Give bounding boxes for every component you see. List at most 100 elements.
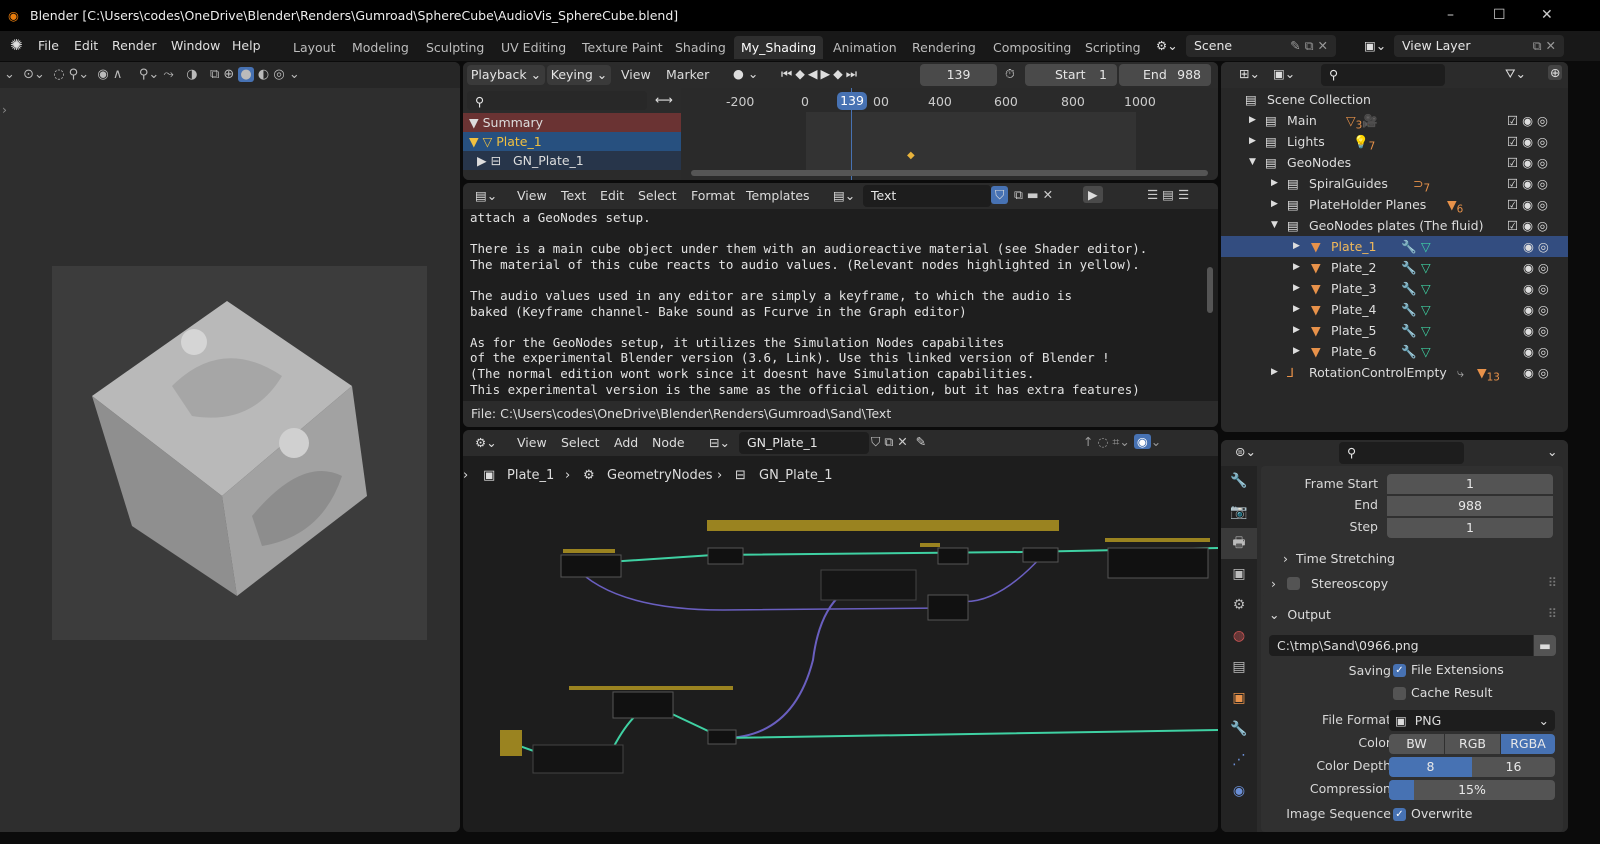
collection-tab-icon[interactable]: ▤ xyxy=(1221,652,1257,683)
visibility-toggles[interactable]: ◉ ◎ xyxy=(1523,362,1549,383)
scene-field[interactable]: Scene ✎ ⧉ ✕ xyxy=(1186,35,1336,57)
outliner-search[interactable]: ⚲ xyxy=(1321,64,1445,86)
playback-menu[interactable]: Playback xyxy=(471,67,527,82)
node-view-menu[interactable]: View xyxy=(517,435,547,450)
outliner-item-lights[interactable]: ▶ ▤ Lights 💡7 ☑ ◉ ◎ xyxy=(1221,131,1568,153)
current-frame-field[interactable]: 139 xyxy=(920,64,997,86)
channel-search[interactable]: ⚲ xyxy=(467,91,647,110)
text-text-menu[interactable]: Text xyxy=(561,188,586,203)
visibility-toggles[interactable]: ☑ ◉ ◎ xyxy=(1507,152,1548,173)
filter-icon[interactable]: ⛛⌄ xyxy=(1505,66,1526,82)
frame-end-field[interactable]: 988 xyxy=(1387,496,1553,516)
editor-type-icon[interactable]: ▤⌄ xyxy=(475,188,497,203)
channel-plate-1[interactable]: ▼ ▽ Plate_1 xyxy=(463,132,681,151)
channel-gn-plate-1[interactable]: ▶ ⊟ GN_Plate_1 xyxy=(463,151,681,170)
tab-layout[interactable]: Layout xyxy=(293,40,336,55)
pin-icon[interactable]: ✎ ⧉ ✕ xyxy=(1290,35,1328,57)
view-layer-tab-icon[interactable]: ▣ xyxy=(1221,559,1257,590)
keyframe-icon[interactable]: ◆ xyxy=(907,150,915,161)
file-format-dropdown[interactable]: ▣ PNG ⌄ xyxy=(1389,710,1555,731)
outliner-item-plate-5[interactable]: ▶ ▼ Plate_5 🔧 ▽ ◉ ◎ xyxy=(1221,320,1568,341)
time-stretching-panel[interactable]: › Time Stretching xyxy=(1283,551,1395,566)
text-datablock-field[interactable]: Text xyxy=(863,185,991,207)
compression-slider[interactable]: 15% xyxy=(1389,780,1555,800)
output-path-field[interactable]: C:\tmp\Sand\0966.png xyxy=(1269,635,1533,656)
world-tab-icon[interactable]: ◍ xyxy=(1221,621,1257,652)
properties-editor-type-icon[interactable]: ⊜⌄ xyxy=(1235,444,1256,459)
new-collection-icon[interactable]: ⊕ xyxy=(1548,65,1563,80)
folder-icon[interactable]: ▬ xyxy=(1534,635,1556,656)
text-actions-icons[interactable]: ⧉ ▬ ✕ xyxy=(1014,187,1053,203)
node-node-menu[interactable]: Node xyxy=(652,435,685,450)
physics-tab-icon[interactable]: ◉ xyxy=(1221,776,1257,807)
visibility-toggles[interactable]: ◉ ◎ xyxy=(1523,320,1549,341)
tab-uv-editing[interactable]: UV Editing xyxy=(501,40,566,55)
stereoscopy-panel[interactable]: › Stereoscopy ⠿ xyxy=(1261,572,1563,596)
node-tree-field[interactable]: GN_Plate_1 xyxy=(739,432,869,454)
outliner-item-geonodes-plates[interactable]: ▼ ▤ GeoNodes plates (The fluid) ☑ ◉ ◎ xyxy=(1221,215,1568,236)
output-panel-header[interactable]: ⌄ Output xyxy=(1269,607,1331,622)
tab-modeling[interactable]: Modeling xyxy=(352,40,409,55)
view-layer-icon[interactable]: ▣⌄ xyxy=(1273,66,1295,81)
frame-step-field[interactable]: 1 xyxy=(1387,518,1553,538)
outliner-item-plate-2[interactable]: ▶ ▼ Plate_2 🔧 ▽ ◉ ◎ xyxy=(1221,257,1568,278)
outliner[interactable]: ⊞⌄ ▣⌄ ⚲ ⛛⌄ ⊕ ▤ Scene Collection ▶ ▤ Main ▽3🎥… xyxy=(1221,62,1568,432)
tab-sculpting[interactable]: Sculpting xyxy=(426,40,484,55)
marker-menu[interactable]: Marker xyxy=(666,67,709,82)
outliner-item-plate-6[interactable]: ▶ ▼ Plate_6 🔧 ▽ ◉ ◎ xyxy=(1221,341,1568,362)
properties-options-icon[interactable]: ⌄ xyxy=(1547,444,1557,459)
color-bw-button[interactable]: BW xyxy=(1389,734,1444,754)
node-editor-type-icon[interactable]: ⚙⌄ xyxy=(475,435,497,450)
particles-tab-icon[interactable]: ⋰ xyxy=(1221,745,1257,776)
timeline-area[interactable]: -200 0 00 400 600 800 1000 139 ◆ xyxy=(681,88,1218,180)
view-layer-field[interactable]: View Layer ⧉ ✕ xyxy=(1394,35,1564,57)
keying-menu[interactable]: Keying xyxy=(551,67,593,82)
node-tree-browse-icon[interactable]: ⊟⌄ xyxy=(709,435,730,450)
copy-icon[interactable]: ⧉ ✕ xyxy=(1533,35,1556,57)
node-add-menu[interactable]: Add xyxy=(614,435,638,450)
frame-start-field[interactable]: 1 xyxy=(1387,474,1553,494)
visibility-toggles[interactable]: ◉ ◎ xyxy=(1523,341,1549,362)
visibility-toggles[interactable]: ☑ ◉ ◎ xyxy=(1507,194,1548,215)
overwrite-checkbox[interactable]: ✓ xyxy=(1393,808,1406,821)
breadcrumb-expand-icon[interactable]: › xyxy=(463,468,468,483)
visibility-toggles[interactable]: ◉ ◎ xyxy=(1523,299,1549,320)
tab-texture-paint[interactable]: Texture Paint xyxy=(582,40,663,55)
color-rgb-button[interactable]: RGB xyxy=(1445,734,1500,754)
timeline-editor[interactable]: Playback ⌄ Keying ⌄ View Marker ● ⌄ ⏮◆◀▶… xyxy=(463,62,1218,180)
object-tab-icon[interactable]: ▣ xyxy=(1221,683,1257,714)
properties-editor[interactable]: ⊜⌄ ⚲ ⌄ 🔧 📷 🖶 ▣ ⚙ ◍ ▤ ▣ 🔧 ⋰ ◉ Frame Start 1 En… xyxy=(1221,440,1568,832)
playback-controls[interactable]: ⏮◆◀▶◆⏭ xyxy=(781,66,860,82)
menu-help[interactable]: Help xyxy=(232,38,261,53)
tab-shading[interactable]: Shading xyxy=(675,40,726,55)
toolbar-expand-icon[interactable]: › xyxy=(2,102,7,117)
color-depth-16-button[interactable]: 16 xyxy=(1472,757,1555,777)
outliner-item-rotationcontrolempty[interactable]: ▶ ⅃ RotationControlEmpty ⤷ ▼13 ◉ ◎ xyxy=(1221,362,1568,384)
3d-viewport[interactable]: ⌄ ⊙⌄ ◌ ⚲⌄ ◉ ∧ ⚲⌄ ⤳ ◑ ⧉ ⊕ ● ◐ ◎ ⌄ › xyxy=(0,62,460,832)
viewport-tool-icons[interactable]: ⌄ ⊙⌄ ◌ ⚲⌄ ◉ ∧ ⚲⌄ ⤳ ◑ ⧉ ⊕ ● ◐ ◎ ⌄ xyxy=(4,67,300,82)
text-editor[interactable]: ▤⌄ View Text Edit Select Format Template… xyxy=(463,183,1218,427)
record-keyframes-button[interactable]: ● ⌄ xyxy=(733,66,758,81)
outliner-item-plate-1[interactable]: ▶ ▼ Plate_1 🔧 ▽ ◉ ◎ xyxy=(1221,236,1568,257)
color-rgba-button[interactable]: RGBA xyxy=(1501,734,1555,754)
tab-animation[interactable]: Animation xyxy=(833,40,897,55)
text-select-menu[interactable]: Select xyxy=(638,188,677,203)
minimize-button[interactable]: – xyxy=(1447,0,1454,31)
timeline-view-menu[interactable]: View xyxy=(621,67,651,82)
fake-user-icon[interactable]: ⛉ xyxy=(991,186,1009,204)
outliner-item-geonodes[interactable]: ▼ ▤ GeoNodes ☑ ◉ ◎ xyxy=(1221,152,1568,173)
text-edit-menu[interactable]: Edit xyxy=(600,188,624,203)
text-browse-icon[interactable]: ▤⌄ xyxy=(833,188,855,203)
cache-result-checkbox[interactable] xyxy=(1393,687,1406,700)
timeline-scrollbar[interactable] xyxy=(691,170,1208,176)
tab-rendering[interactable]: Rendering xyxy=(912,40,976,55)
output-tab-icon[interactable]: 🖶 xyxy=(1221,528,1257,559)
modifier-tab-icon[interactable]: 🔧 xyxy=(1221,714,1257,745)
outliner-item-scene-collection[interactable]: ▤ Scene Collection xyxy=(1221,89,1568,110)
menu-edit[interactable]: Edit xyxy=(74,38,98,53)
properties-search[interactable]: ⚲ xyxy=(1339,442,1464,464)
scene-tab-icon[interactable]: ⚙ xyxy=(1221,590,1257,621)
visibility-toggles[interactable]: ◉ ◎ xyxy=(1523,278,1549,299)
view-layer-icon[interactable]: ▣⌄ xyxy=(1364,38,1386,53)
node-overlay-icons[interactable]: ↑ ◌ ⌗⌄ ◉ ⌄ xyxy=(1083,434,1161,450)
